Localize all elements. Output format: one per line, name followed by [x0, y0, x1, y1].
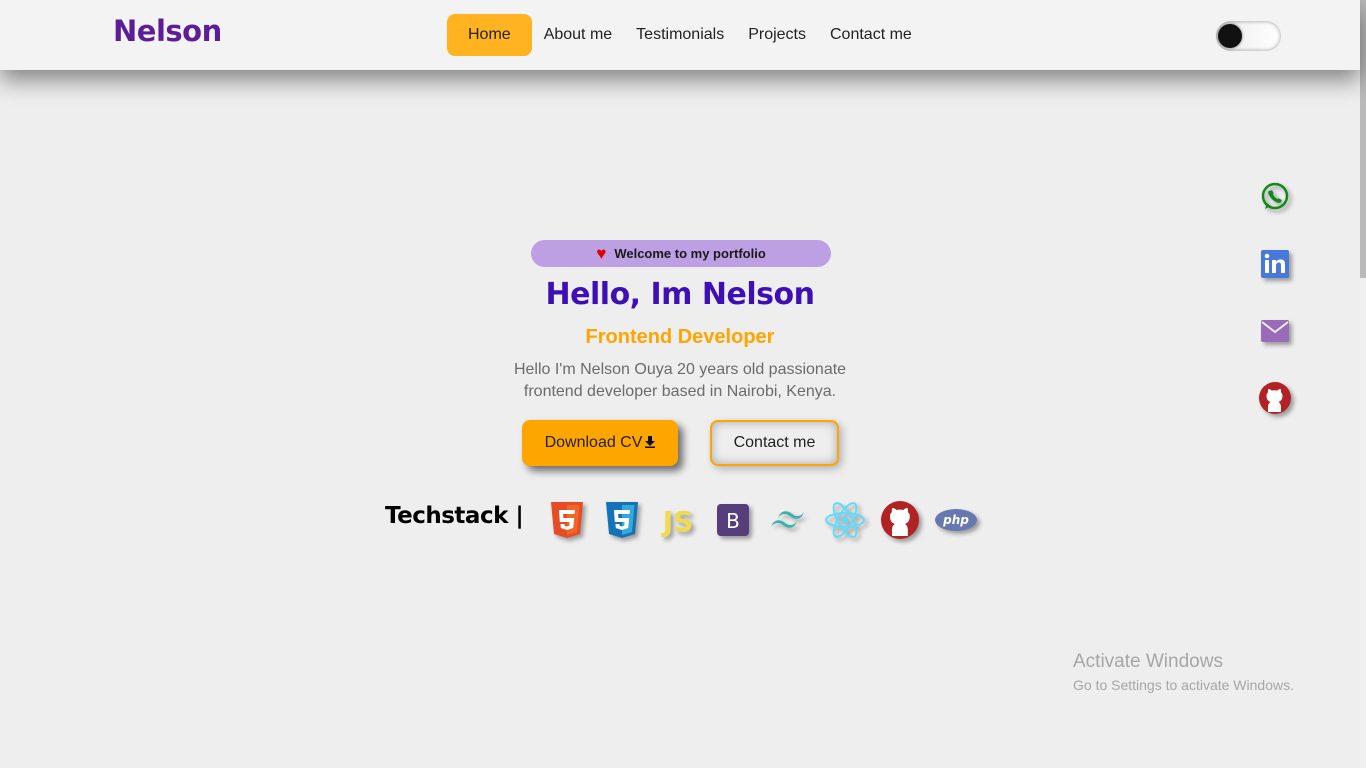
html5-icon [545, 498, 589, 542]
whatsapp-icon[interactable] [1257, 179, 1293, 215]
heart-icon: ♥ [596, 244, 607, 263]
bootstrap-icon: B [711, 498, 755, 542]
welcome-badge-text: Welcome to my portfolio [614, 246, 766, 261]
github-icon [878, 498, 922, 542]
logo[interactable]: Nelson [113, 14, 222, 48]
nav-about[interactable]: About me [532, 14, 624, 56]
tailwind-icon [767, 498, 811, 542]
svg-text:JS: JS [661, 505, 694, 538]
activate-windows-title: Activate Windows [1073, 651, 1223, 672]
nav-projects[interactable]: Projects [736, 14, 818, 56]
hero-description: Hello I'm Nelson Ouya 20 years old passi… [513, 361, 847, 400]
linkedin-icon[interactable] [1257, 246, 1293, 282]
nav-testimonials[interactable]: Testimonials [624, 14, 736, 56]
svg-text:B: B [726, 509, 740, 533]
theme-toggle[interactable] [1216, 21, 1281, 51]
scrollbar-thumb[interactable] [1360, 0, 1366, 278]
contact-me-button[interactable]: Contact me [710, 420, 839, 466]
main-nav: Home About me Testimonials Projects Cont… [447, 14, 924, 56]
techstack-label: Techstack | [385, 503, 524, 529]
hero-title: Hello, Im Nelson [545, 277, 815, 312]
download-icon [645, 435, 656, 451]
download-cv-button[interactable]: Download CV [522, 420, 678, 466]
svg-text:php: php [942, 513, 969, 527]
nav-home[interactable]: Home [447, 14, 532, 56]
css3-icon [600, 498, 644, 542]
toggle-knob [1218, 24, 1242, 48]
react-icon [823, 498, 867, 542]
scrollbar[interactable] [1360, 0, 1366, 768]
download-cv-label: Download CV [544, 434, 643, 451]
php-icon: php [934, 498, 978, 542]
site-header: Nelson Home About me Testimonials Projec… [0, 0, 1360, 70]
hero-role: Frontend Developer [585, 326, 775, 348]
javascript-icon: JS [656, 498, 700, 542]
github-icon[interactable] [1257, 380, 1293, 416]
email-icon[interactable] [1257, 313, 1293, 349]
nav-contact[interactable]: Contact me [818, 14, 924, 56]
activate-windows-subtitle: Go to Settings to activate Windows. [1073, 677, 1294, 693]
welcome-badge: ♥ Welcome to my portfolio [531, 240, 831, 267]
